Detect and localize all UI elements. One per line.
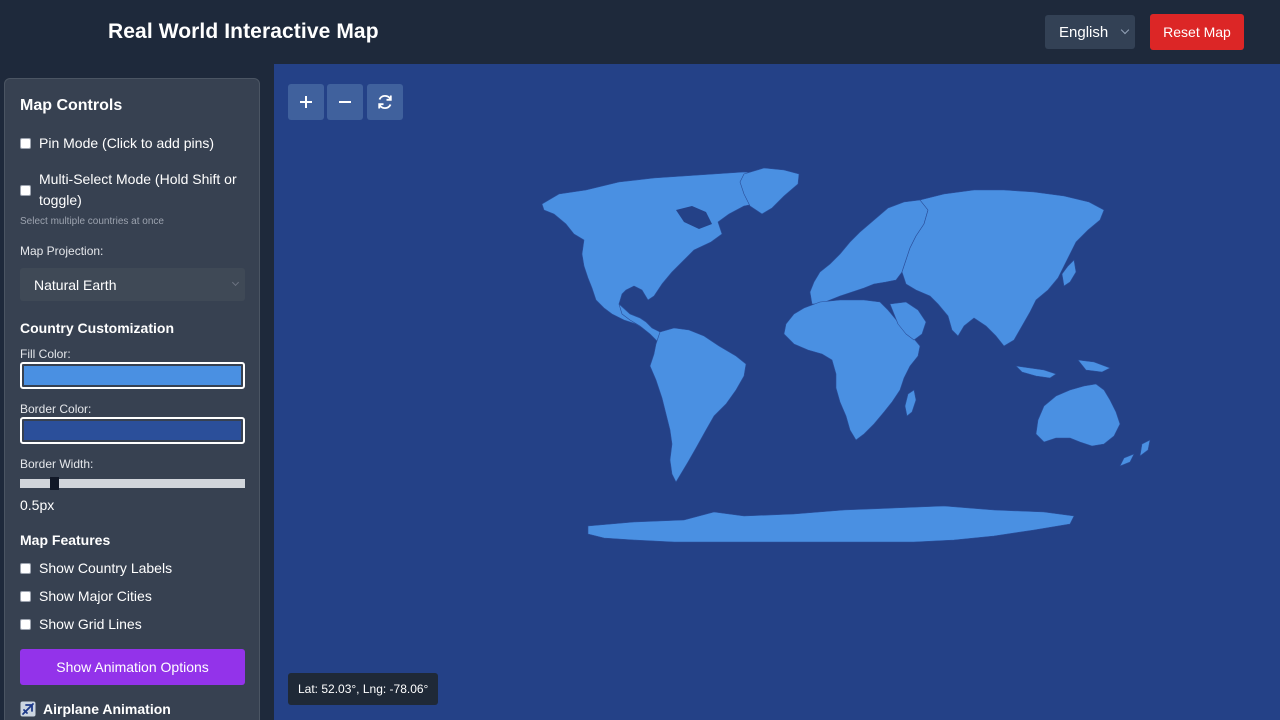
chevron-down-icon — [231, 278, 240, 287]
show-country-labels-option[interactable]: Show Country Labels — [20, 558, 172, 579]
pin-mode-checkbox[interactable] — [20, 138, 31, 149]
map-controls-panel: Map Controls Pin Mode (Click to add pins… — [4, 78, 260, 720]
madagascar-landmass — [904, 389, 917, 417]
panel-title: Map Controls — [20, 97, 123, 114]
new-guinea-landmass — [1077, 359, 1111, 373]
multi-select-label: Multi-Select Mode (Hold Shift or toggle) — [39, 169, 237, 211]
show-major-cities-checkbox[interactable] — [20, 591, 31, 602]
show-grid-lines-label: Show Grid Lines — [39, 616, 142, 632]
coordinate-readout: Lat: 52.03°, Lng: -78.06° — [288, 673, 439, 705]
pin-mode-label: Pin Mode (Click to add pins) — [39, 135, 215, 151]
multi-select-note: Select multiple countries at once — [20, 216, 164, 227]
greenland-landmass — [739, 167, 800, 215]
show-animation-options-button[interactable]: Show Animation Options — [20, 649, 245, 685]
airplane-animation-label: Airplane Animation — [43, 701, 171, 717]
multi-select-label-line1: Multi-Select Mode (Hold Shift or — [39, 171, 237, 187]
airplane-icon — [20, 701, 36, 717]
border-color-picker[interactable] — [20, 417, 245, 444]
show-major-cities-label: Show Major Cities — [39, 588, 152, 604]
show-major-cities-option[interactable]: Show Major Cities — [20, 586, 152, 607]
border-width-label: Border Width: — [20, 457, 94, 471]
projection-value: Natural Earth — [34, 277, 117, 293]
show-grid-lines-option[interactable]: Show Grid Lines — [20, 614, 142, 635]
fill-color-label: Fill Color: — [20, 347, 71, 361]
reset-map-button[interactable]: Reset Map — [1150, 14, 1244, 50]
border-color-label: Border Color: — [20, 402, 92, 416]
fill-color-swatch — [24, 366, 241, 385]
map-features-heading: Map Features — [20, 532, 111, 548]
multi-select-option[interactable]: Multi-Select Mode (Hold Shift or toggle) — [20, 169, 250, 211]
show-country-labels-label: Show Country Labels — [39, 560, 173, 576]
border-color-swatch — [24, 421, 241, 440]
fill-color-picker[interactable] — [20, 362, 245, 389]
world-map-canvas[interactable]: Lat: 52.03°, Lng: -78.06° — [274, 64, 1280, 720]
app-title: Real World Interactive Map — [108, 20, 379, 43]
language-value: English — [1059, 24, 1109, 41]
world-map — [541, 167, 1151, 543]
show-grid-lines-checkbox[interactable] — [20, 619, 31, 630]
multi-select-label-line2: toggle) — [39, 192, 82, 208]
multi-select-checkbox[interactable] — [20, 185, 31, 196]
indonesia-landmass — [1015, 365, 1057, 379]
new-zealand-landmass — [1119, 439, 1151, 467]
central-america-landmass — [618, 303, 665, 343]
border-width-slider-thumb[interactable] — [50, 477, 59, 490]
border-width-value: 0.5px — [20, 497, 55, 513]
projection-label: Map Projection: — [20, 244, 104, 258]
pin-mode-option[interactable]: Pin Mode (Click to add pins) — [20, 133, 214, 154]
app-header: Real World Interactive Map English Reset… — [0, 0, 1280, 64]
projection-select[interactable]: Natural Earth — [20, 268, 245, 301]
south-america-landmass — [649, 327, 747, 483]
antarctica-landmass — [587, 505, 1075, 543]
airplane-animation-option[interactable]: Airplane Animation — [20, 701, 171, 717]
australia-landmass — [1035, 383, 1121, 447]
chevron-down-icon — [1120, 25, 1130, 35]
language-select[interactable]: English — [1045, 15, 1135, 49]
country-customization-heading: Country Customization — [20, 320, 174, 336]
show-country-labels-checkbox[interactable] — [20, 563, 31, 574]
